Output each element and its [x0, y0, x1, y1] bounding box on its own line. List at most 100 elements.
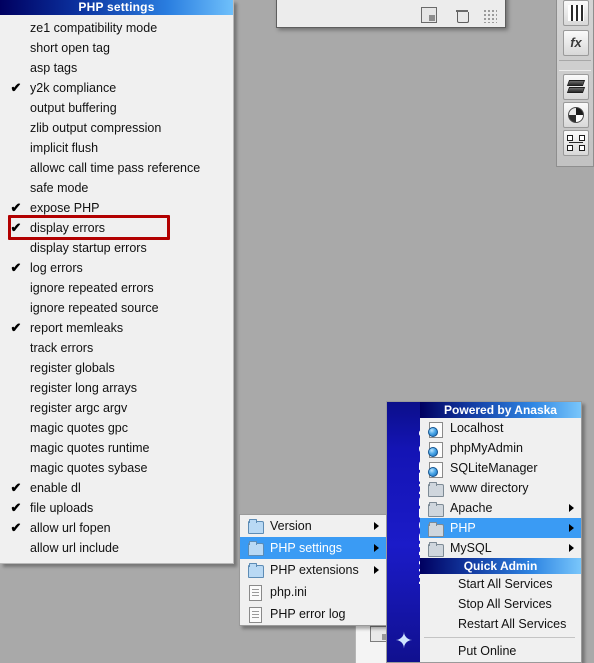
menu-item-label: magic quotes runtime	[30, 441, 150, 455]
menu-item-label: asp tags	[30, 61, 78, 75]
menu-item-magic-quotes-sybase[interactable]: magic quotes sybase	[0, 458, 233, 478]
menu-item-log-errors[interactable]: ✔ log errors	[0, 258, 233, 278]
dock-divider	[559, 60, 591, 71]
wamp-item-localhost[interactable]: Localhost	[420, 418, 581, 438]
layers-icon[interactable]	[563, 74, 589, 100]
menu-item-y2k-compliance[interactable]: ✔ y2k compliance	[0, 78, 233, 98]
folder-icon	[426, 541, 444, 557]
wamp-item-mysql[interactable]: MySQL	[420, 538, 581, 558]
menu-item-ignore-repeated-errors[interactable]: ignore repeated errors	[0, 278, 233, 298]
tool-dock: fx	[556, 0, 594, 167]
menu-item-label: allowc call time pass reference	[30, 161, 201, 175]
submenu-item-php-extensions[interactable]: PHP extensions	[240, 559, 386, 581]
grid-glyph	[568, 5, 584, 21]
folder-icon	[426, 521, 444, 537]
layers-panel	[276, 0, 506, 28]
submenu-item-version[interactable]: Version	[240, 515, 386, 537]
menu-item-display-errors[interactable]: ✔ display errors	[0, 218, 233, 238]
ball-glyph	[568, 107, 584, 123]
menu-item-short-open-tag[interactable]: short open tag	[0, 38, 233, 58]
wamp-item-www-directory[interactable]: www directory	[420, 478, 581, 498]
globe-page-icon	[426, 421, 443, 438]
wamp-item-restart-all-services[interactable]: Restart All Services	[420, 614, 581, 634]
php-settings-title: PHP settings	[0, 0, 233, 15]
resize-grip-icon[interactable]	[483, 9, 497, 23]
submenu-item-php-settings[interactable]: PHP settings	[240, 537, 386, 559]
menu-item-enable-dl[interactable]: ✔ enable dl	[0, 478, 233, 498]
menu-separator	[424, 637, 575, 638]
folder-icon	[246, 540, 264, 556]
submenu-item-php-error-log[interactable]: PHP error log	[240, 603, 386, 625]
menu-item-label: display errors	[30, 221, 106, 235]
menu-item-register-globals[interactable]: register globals	[0, 358, 233, 378]
menu-item-magic-quotes-runtime[interactable]: magic quotes runtime	[0, 438, 233, 458]
check-icon: ✔	[10, 480, 22, 495]
submenu-item-label: PHP extensions	[270, 563, 359, 577]
menu-item-zlib-output-compression[interactable]: zlib output compression	[0, 118, 233, 138]
menu-item-implicit-flush[interactable]: implicit flush	[0, 138, 233, 158]
menu-item-label: register long arrays	[30, 381, 137, 395]
menu-item-asp-tags[interactable]: asp tags	[0, 58, 233, 78]
menu-item-ignore-repeated-source[interactable]: ignore repeated source	[0, 298, 233, 318]
wamp-item-put-online[interactable]: Put Online	[420, 641, 581, 661]
wamp-item-label: Restart All Services	[458, 617, 567, 631]
submenu-item-label: Version	[270, 519, 312, 533]
wamp-item-sqlitemanager[interactable]: SQLiteManager	[420, 458, 581, 478]
new-layer-icon[interactable]	[421, 7, 437, 23]
powered-by-header: Powered by Anaska	[420, 402, 581, 418]
menu-item-display-startup-errors[interactable]: display startup errors	[0, 238, 233, 258]
menu-item-safe-mode[interactable]: safe mode	[0, 178, 233, 198]
menu-item-file-uploads[interactable]: ✔ file uploads	[0, 498, 233, 518]
check-icon: ✔	[10, 80, 22, 95]
menu-item-label: implicit flush	[30, 141, 99, 155]
menu-item-allowc-call-time-pass-reference[interactable]: allowc call time pass reference	[0, 158, 233, 178]
path-glyph	[567, 135, 585, 151]
menu-item-register-long-arrays[interactable]: register long arrays	[0, 378, 233, 398]
adjustment-ball-icon[interactable]	[563, 102, 589, 128]
wamp-item-apache[interactable]: Apache	[420, 498, 581, 518]
document-icon	[246, 584, 263, 601]
menu-item-register-argc-argv[interactable]: register argc argv	[0, 398, 233, 418]
menu-item-track-errors[interactable]: track errors	[0, 338, 233, 358]
check-icon: ✔	[10, 200, 22, 215]
menu-item-report-memleaks[interactable]: ✔ report memleaks	[0, 318, 233, 338]
trash-icon[interactable]	[455, 9, 469, 23]
wamp-item-label: Localhost	[450, 421, 504, 435]
menu-item-label: safe mode	[30, 181, 89, 195]
wamp-item-label: Apache	[450, 501, 493, 515]
menu-item-allow-url-include[interactable]: allow url include	[0, 538, 233, 558]
fx-icon[interactable]: fx	[563, 30, 589, 56]
menu-item-label: allow url include	[30, 541, 119, 555]
menu-item-magic-quotes-gpc[interactable]: magic quotes gpc	[0, 418, 233, 438]
chevron-right-icon	[374, 544, 379, 552]
menu-item-label: output buffering	[30, 101, 117, 115]
menu-item-output-buffering[interactable]: output buffering	[0, 98, 233, 118]
path-node-icon[interactable]	[563, 130, 589, 156]
submenu-item-label: php.ini	[270, 585, 307, 599]
check-icon: ✔	[10, 520, 22, 535]
menu-item-expose-php[interactable]: ✔ expose PHP	[0, 198, 233, 218]
wamp-item-php[interactable]: PHP	[420, 518, 581, 538]
menu-item-allow-url-fopen[interactable]: ✔ allow url fopen	[0, 518, 233, 538]
wamp-item-phpmyadmin[interactable]: phpMyAdmin	[420, 438, 581, 458]
menu-item-label: file uploads	[30, 501, 94, 515]
submenu-item-php-ini[interactable]: php.ini	[240, 581, 386, 603]
check-icon: ✔	[10, 220, 22, 235]
menu-item-label: track errors	[30, 341, 94, 355]
menu-item-label: magic quotes sybase	[30, 461, 148, 475]
wamp-item-start-all-services[interactable]: Start All Services	[420, 574, 581, 594]
menu-item-ze1-compatibility-mode[interactable]: ze1 compatibility mode	[0, 18, 233, 38]
wamp-item-label: Put Online	[458, 644, 517, 658]
menu-item-label: enable dl	[30, 481, 81, 495]
grid-swatches-icon[interactable]	[563, 0, 589, 26]
wamp-item-stop-all-services[interactable]: Stop All Services	[420, 594, 581, 614]
document-icon	[246, 606, 263, 623]
globe-page-icon	[426, 441, 443, 458]
wamp-item-label: PHP	[450, 521, 476, 535]
wamp-item-label: www directory	[450, 481, 529, 495]
folder-icon	[426, 481, 444, 497]
menu-item-label: expose PHP	[30, 201, 100, 215]
menu-item-label: ze1 compatibility mode	[30, 21, 158, 35]
submenu-item-label: PHP error log	[270, 607, 346, 621]
menu-item-label: zlib output compression	[30, 121, 162, 135]
